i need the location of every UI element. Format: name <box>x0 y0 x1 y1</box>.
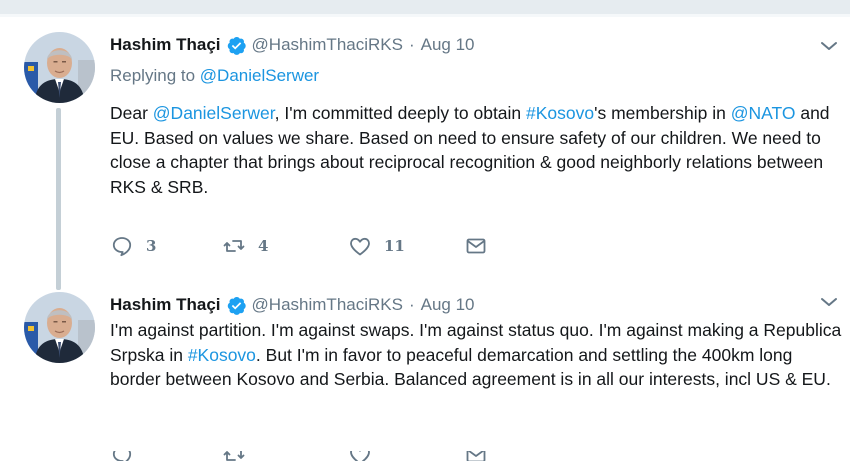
tweet-text-segment: , I'm committed deeply to obtain <box>274 103 527 123</box>
tweet-actions: 3 4 11 <box>110 234 530 260</box>
tweet[interactable]: Hashim Thaçi @HashimThaciRKS · Aug 10 I'… <box>0 288 850 468</box>
envelope-icon <box>466 451 486 461</box>
heart-icon <box>350 451 370 461</box>
heart-icon <box>350 237 370 256</box>
thread-connector-line <box>56 108 61 290</box>
tweet-header: Hashim Thaçi @HashimThaciRKS · Aug 10 <box>110 32 475 58</box>
retweet-button[interactable]: 4 <box>222 234 268 258</box>
reply-button[interactable] <box>110 451 146 461</box>
reply-count: 3 <box>146 237 157 255</box>
header-separator: · <box>408 295 415 314</box>
retweet-count: 4 <box>258 237 269 255</box>
author-handle[interactable]: @HashimThaciRKS <box>252 35 403 55</box>
reply-icon <box>112 451 132 461</box>
retweet-icon <box>223 240 245 252</box>
direct-message-button[interactable] <box>464 451 500 461</box>
author-name[interactable]: Hashim Thaçi <box>110 295 221 315</box>
reply-button[interactable]: 3 <box>110 234 156 258</box>
envelope-icon <box>466 238 486 254</box>
hashtag-link[interactable]: #Kosovo <box>526 103 594 123</box>
reply-icon <box>112 237 132 257</box>
replying-to-line: Replying to @DanielSerwer <box>110 66 319 86</box>
author-handle[interactable]: @HashimThaciRKS <box>252 295 403 315</box>
chevron-down-icon[interactable] <box>818 38 840 54</box>
tweet-header: Hashim Thaçi @HashimThaciRKS · Aug 10 <box>110 292 475 318</box>
author-name[interactable]: Hashim Thaçi <box>110 35 221 55</box>
verified-badge-icon <box>226 35 247 56</box>
retweet-button[interactable] <box>222 451 258 461</box>
retweet-icon <box>223 451 245 461</box>
avatar[interactable] <box>24 292 95 363</box>
tweet-text: I'm against partition. I'm against swaps… <box>110 318 845 392</box>
like-count: 11 <box>384 237 405 255</box>
tweet-text-segment: Dear <box>110 103 153 123</box>
tweet-text-segment: 's membership in <box>594 103 731 123</box>
hashtag-link[interactable]: #Kosovo <box>188 345 256 365</box>
like-button[interactable] <box>348 451 384 461</box>
like-button[interactable]: 11 <box>348 234 405 258</box>
tweet-date[interactable]: Aug 10 <box>421 295 475 315</box>
header-separator: · <box>408 35 415 54</box>
tweet-text: Dear @DanielSerwer, I'm committed deeply… <box>110 101 845 199</box>
direct-message-button[interactable] <box>464 234 500 258</box>
tweet-date[interactable]: Aug 10 <box>421 35 475 55</box>
replying-to-handle-link[interactable]: @DanielSerwer <box>200 66 319 85</box>
replying-to-label: Replying to <box>110 66 196 85</box>
tweet[interactable]: Hashim Thaçi @HashimThaciRKS · Aug 10 Re… <box>0 28 850 290</box>
chevron-down-icon[interactable] <box>818 294 840 310</box>
verified-badge-icon <box>226 295 247 316</box>
mention-link[interactable]: @NATO <box>731 103 796 123</box>
avatar[interactable] <box>24 32 95 103</box>
timeline-top-shadow <box>0 14 850 17</box>
mention-link[interactable]: @DanielSerwer <box>153 103 275 123</box>
tweet-actions-partial <box>110 451 530 461</box>
timeline-top-divider <box>0 0 850 14</box>
